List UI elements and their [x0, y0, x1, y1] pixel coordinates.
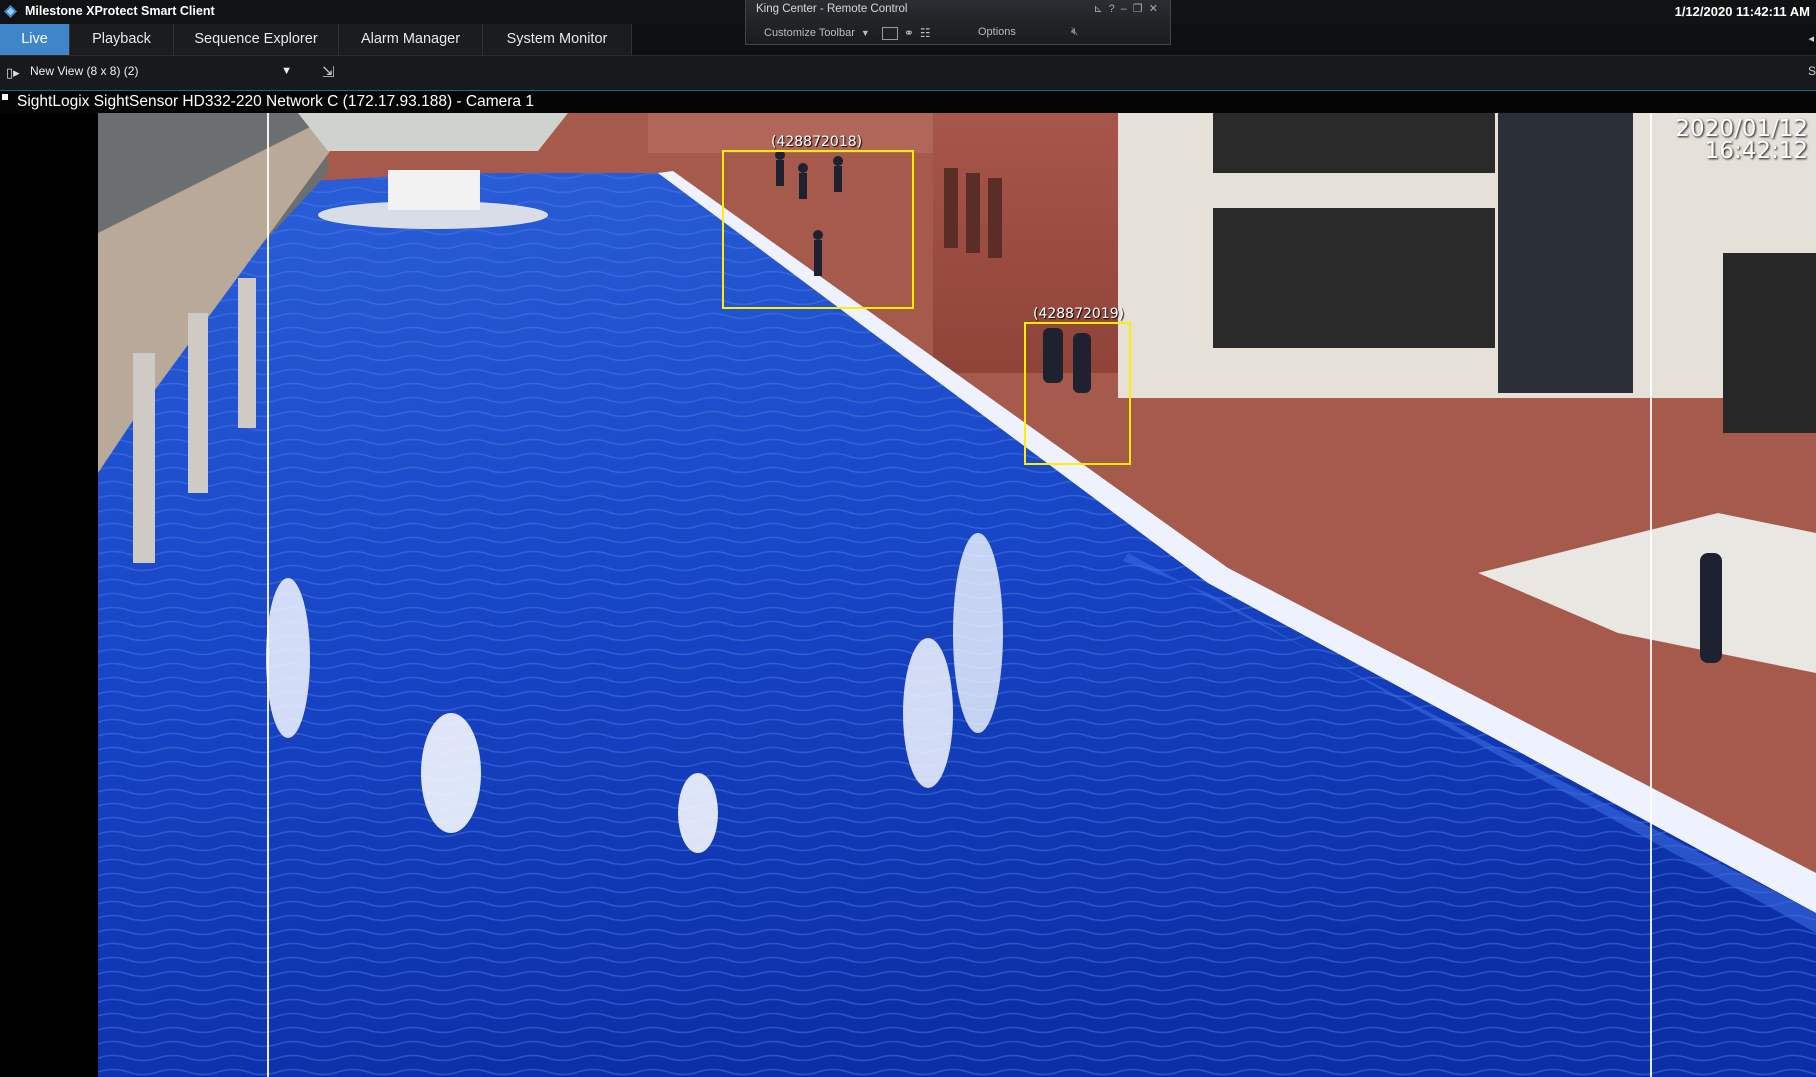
- window-layout-icon[interactable]: [881, 26, 898, 40]
- milestone-logo-icon: [3, 4, 18, 19]
- chevron-down-icon: ▼: [281, 65, 292, 77]
- view-selector-value: New View (8 x 8) (2): [30, 64, 139, 78]
- tab-live[interactable]: Live: [0, 24, 70, 55]
- osd-time: 16:42:12: [1704, 138, 1808, 164]
- osd-date: 2020/01/12: [1675, 116, 1808, 142]
- minimize-icon[interactable]: –: [1121, 3, 1133, 15]
- view-toolbar: ▯▸ New View (8 x 8) (2) ▼ ⇲ S: [0, 56, 1816, 92]
- camera-video-feed[interactable]: (428872018) (428872019) 2020/01/12 16:42…: [98, 113, 1816, 1077]
- camera-title-bar: SightLogix SightSensor HD332-220 Network…: [0, 91, 1816, 113]
- video-timestamp-overlay: 2020/01/12 16:42:12: [1675, 116, 1808, 164]
- camera-status-icon: [2, 94, 8, 100]
- tab-sequence-explorer[interactable]: Sequence Explorer: [174, 24, 339, 55]
- toolbar-overflow-label[interactable]: S: [1808, 64, 1816, 78]
- remote-toolbar: Customize Toolbar ▼ ⚭ ☷: [764, 26, 931, 40]
- view-selector[interactable]: New View (8 x 8) (2) ▼: [30, 64, 292, 82]
- remote-control-panel[interactable]: King Center - Remote Control ⊾?–❐✕ Custo…: [745, 0, 1171, 45]
- customize-toolbar-dropdown[interactable]: Customize Toolbar: [764, 27, 855, 39]
- mute-icon[interactable]: 🔇︎: [1071, 24, 1079, 39]
- close-icon[interactable]: ✕: [1149, 3, 1164, 15]
- network-icon[interactable]: ☷: [920, 26, 931, 40]
- system-clock: 1/12/2020 11:42:11 AM: [1674, 4, 1810, 19]
- tab-alarm-manager[interactable]: Alarm Manager: [339, 24, 483, 55]
- tab-playback[interactable]: Playback: [70, 24, 174, 55]
- object-id-label: (428872019): [1033, 306, 1125, 322]
- app-title: Milestone XProtect Smart Client: [25, 4, 215, 18]
- setup-icon[interactable]: ⇲: [322, 63, 335, 81]
- pane-toggle-icon[interactable]: ▯▸: [6, 65, 20, 81]
- remote-panel-title: King Center - Remote Control: [756, 3, 908, 15]
- chevron-down-icon[interactable]: ▼: [861, 28, 870, 38]
- camera-title: SightLogix SightSensor HD332-220 Network…: [17, 93, 534, 110]
- pin-icon[interactable]: ⊾: [1093, 3, 1108, 15]
- restore-icon[interactable]: ❐: [1133, 3, 1149, 15]
- object-id-label: (428872018): [771, 134, 863, 150]
- tab-system-monitor[interactable]: System Monitor: [483, 24, 632, 55]
- help-icon[interactable]: ?: [1109, 3, 1121, 15]
- collapse-arrow-icon[interactable]: ◂: [1808, 32, 1814, 45]
- camera-frame-image: [98, 113, 1816, 1077]
- binoculars-icon[interactable]: ⚭: [904, 26, 914, 40]
- remote-window-controls: ⊾?–❐✕: [1093, 2, 1164, 15]
- options-menu[interactable]: Options: [978, 26, 1016, 38]
